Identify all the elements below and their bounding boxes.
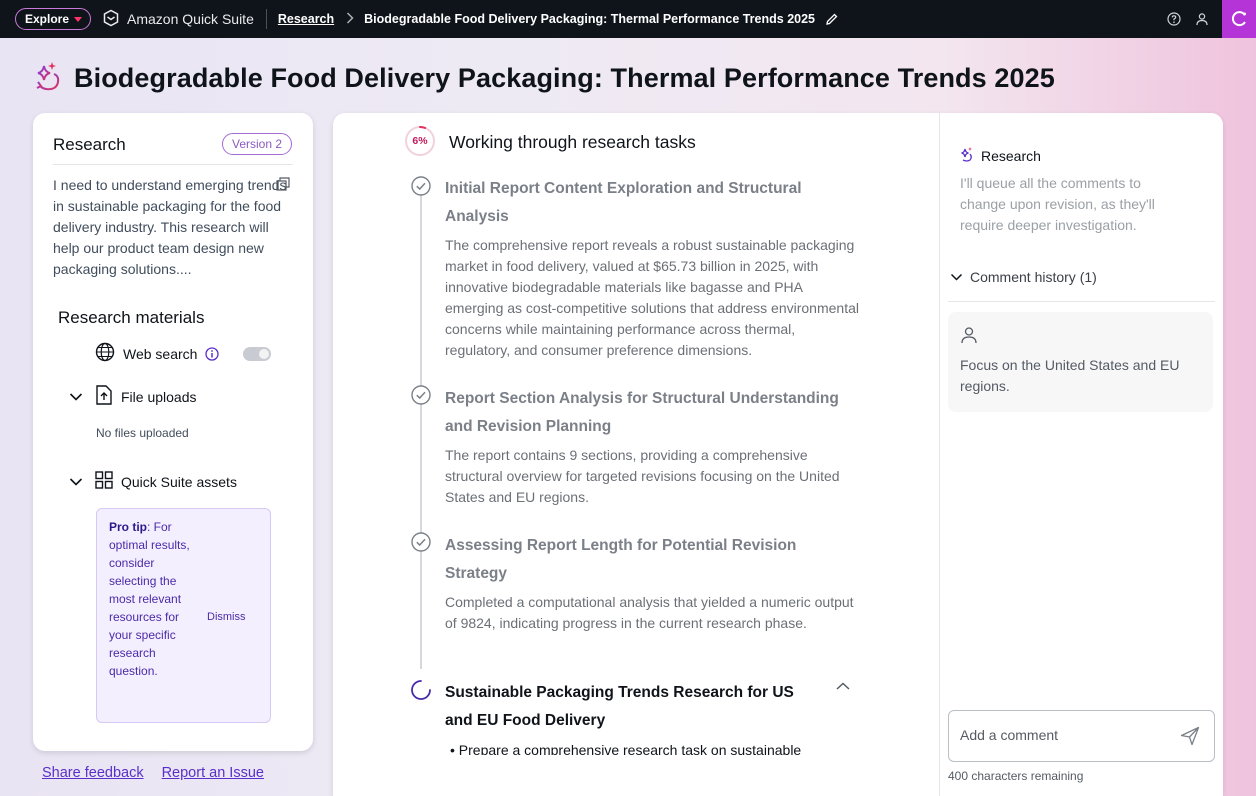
comment-history-label: Comment history (1) xyxy=(970,269,1097,285)
chevron-down-icon[interactable] xyxy=(69,392,83,402)
task-item: Report Section Analysis for Structural U… xyxy=(445,385,860,508)
task-title: Assessing Report Length for Potential Re… xyxy=(445,537,797,582)
quick-assistant-icon[interactable] xyxy=(1222,0,1256,38)
check-circle-icon xyxy=(411,532,431,552)
caret-down-icon xyxy=(74,16,83,22)
task-description: The report contains 9 sections, providin… xyxy=(445,447,840,505)
top-navigation-bar: Explore Amazon Quick Suite Research Biod… xyxy=(0,0,1256,38)
sidebar-header: Research xyxy=(958,146,1041,165)
file-uploads-row[interactable]: File uploads xyxy=(69,385,197,408)
comment-card: Focus on the United States and EU region… xyxy=(948,312,1213,412)
loading-spinner-icon xyxy=(411,680,431,700)
grid-icon xyxy=(95,471,113,492)
chevron-right-icon xyxy=(346,11,354,27)
characters-remaining: 400 characters remaining xyxy=(948,769,1084,783)
task-description: Completed a computational analysis that … xyxy=(445,594,854,631)
task-item-active: Sustainable Packaging Trends Research fo… xyxy=(445,679,815,735)
explore-label: Explore xyxy=(25,12,70,26)
page-header: Biodegradable Food Delivery Packaging: T… xyxy=(32,60,1055,97)
comment-history-toggle[interactable]: Comment history (1) xyxy=(950,269,1097,285)
task-bullet-text: Prepare a comprehensive research task on… xyxy=(458,742,802,755)
copy-icon[interactable] xyxy=(276,177,290,196)
add-comment-box xyxy=(948,710,1215,762)
file-upload-icon xyxy=(95,385,113,408)
comment-text: Focus on the United States and EU region… xyxy=(960,357,1180,394)
research-sparkle-icon xyxy=(32,60,62,97)
page-title: Biodegradable Food Delivery Packaging: T… xyxy=(74,63,1055,93)
main-research-panel: 6% Working through research tasks Initia… xyxy=(333,113,1223,796)
progress-percent: 6% xyxy=(412,135,428,147)
pro-tip-label: Pro tip xyxy=(109,520,147,534)
file-uploads-label: File uploads xyxy=(121,388,197,405)
edit-title-pencil-icon[interactable] xyxy=(825,12,839,26)
user-avatar-icon xyxy=(960,326,978,349)
report-issue-link[interactable]: Report an Issue xyxy=(162,765,264,781)
task-title: Report Section Analysis for Structural U… xyxy=(445,390,839,435)
chevron-up-icon[interactable] xyxy=(835,678,851,696)
task-bullet: • Prepare a comprehensive research task … xyxy=(450,742,801,755)
no-files-text: No files uploaded xyxy=(96,426,189,440)
web-search-row: Web search xyxy=(95,342,220,365)
dismiss-button[interactable]: Dismiss xyxy=(207,608,246,626)
divider xyxy=(265,9,267,29)
info-icon[interactable] xyxy=(205,346,220,361)
brand[interactable]: Amazon Quick Suite xyxy=(102,9,254,30)
web-search-label: Web search xyxy=(123,345,198,362)
explore-dropdown-button[interactable]: Explore xyxy=(15,8,92,30)
web-search-toggle[interactable] xyxy=(243,347,271,361)
share-feedback-link[interactable]: Share feedback xyxy=(42,765,144,781)
quick-suite-assets-label: Quick Suite assets xyxy=(121,473,237,490)
comments-sidebar: Research I'll queue all the comments to … xyxy=(940,113,1223,796)
send-icon[interactable] xyxy=(1180,726,1200,751)
version-badge[interactable]: Version 2 xyxy=(222,133,293,155)
task-description: The comprehensive report reveals a robus… xyxy=(445,237,859,358)
panel-heading: Research xyxy=(53,135,126,154)
research-details-panel: Research Version 2 I need to understand … xyxy=(33,113,313,751)
divider xyxy=(53,164,293,165)
help-icon[interactable] xyxy=(1160,0,1188,38)
task-item: Initial Report Content Exploration and S… xyxy=(445,175,860,361)
timeline-line xyxy=(420,193,422,669)
pro-tip-body: : For optimal results, consider selectin… xyxy=(109,520,190,678)
research-materials-heading: Research materials xyxy=(58,308,205,327)
tasks-heading: Working through research tasks xyxy=(449,132,696,152)
check-circle-icon xyxy=(411,385,431,405)
globe-icon xyxy=(95,342,115,365)
research-prompt-text: I need to understand emerging trends in … xyxy=(53,177,287,277)
divider xyxy=(948,301,1215,302)
quick-suite-assets-row[interactable]: Quick Suite assets xyxy=(69,471,237,492)
sidebar-heading: Research xyxy=(981,147,1041,164)
research-tasks-area: 6% Working through research tasks Initia… xyxy=(333,113,925,755)
footer-links: Share feedback Report an Issue xyxy=(42,765,264,781)
quick-suite-logo-icon xyxy=(102,9,120,30)
pro-tip-text: Pro tip: For optimal results, consider s… xyxy=(109,518,194,680)
sidebar-note: I'll queue all the comments to change up… xyxy=(960,175,1155,233)
brand-name: Amazon Quick Suite xyxy=(127,11,254,27)
chevron-down-icon[interactable] xyxy=(69,477,83,487)
chevron-down-icon xyxy=(950,269,963,285)
task-item: Assessing Report Length for Potential Re… xyxy=(445,532,860,634)
add-comment-input[interactable] xyxy=(960,727,1160,743)
breadcrumb-research-link[interactable]: Research xyxy=(278,12,334,26)
check-circle-icon xyxy=(411,176,431,196)
user-profile-icon[interactable] xyxy=(1188,0,1216,38)
task-title: Sustainable Packaging Trends Research fo… xyxy=(445,684,794,729)
breadcrumb-current: Biodegradable Food Delivery Packaging: T… xyxy=(364,12,816,26)
research-sparkle-icon xyxy=(958,146,974,165)
task-title: Initial Report Content Exploration and S… xyxy=(445,180,802,225)
pro-tip-banner: Pro tip: For optimal results, consider s… xyxy=(96,508,271,723)
